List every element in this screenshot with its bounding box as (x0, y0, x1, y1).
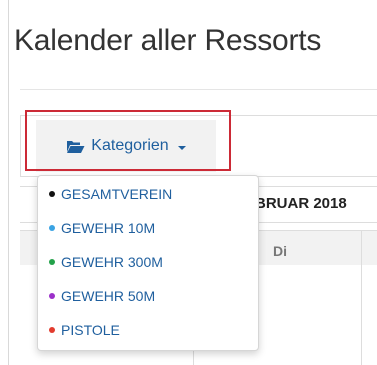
page-title: Kalender aller Ressorts (14, 24, 322, 57)
folder-open-icon (66, 139, 85, 154)
dropdown-item-label: GEWEHR 300M (61, 254, 163, 270)
category-dot-icon (49, 293, 55, 299)
categories-button[interactable]: Kategorien (36, 120, 216, 172)
dropdown-item-gesamtverein[interactable]: GESAMTVEREIN (38, 178, 258, 210)
category-dot-icon (49, 191, 55, 197)
category-dot-icon (49, 259, 55, 265)
dropdown-item-label: PISTOLE (61, 322, 120, 338)
categories-button-label: Kategorien (91, 137, 169, 154)
dropdown-item-gewehr-10m[interactable]: GEWEHR 10M (38, 212, 258, 244)
dropdown-item-label: GESAMTVEREIN (61, 186, 173, 202)
month-title: BRUAR 2018 (255, 195, 347, 212)
dropdown-item-gewehr-300m[interactable]: GEWEHR 300M (38, 246, 258, 278)
category-dot-icon (49, 225, 55, 231)
title-divider (20, 89, 377, 90)
dropdown-item-label: GEWEHR 50M (61, 288, 156, 304)
dropdown-item-gewehr-50m[interactable]: GEWEHR 50M (38, 280, 258, 312)
dropdown-item-pistole[interactable]: PISTOLE (38, 314, 258, 346)
weekday-header-di: Di (273, 243, 287, 259)
caret-down-icon (177, 145, 186, 150)
category-dot-icon (49, 327, 55, 333)
calendar-column-divider (361, 230, 362, 365)
categories-dropdown-menu: GESAMTVEREIN GEWEHR 10M GEWEHR 300M GEWE… (37, 175, 259, 351)
dropdown-item-label: GEWEHR 10M (61, 220, 156, 236)
